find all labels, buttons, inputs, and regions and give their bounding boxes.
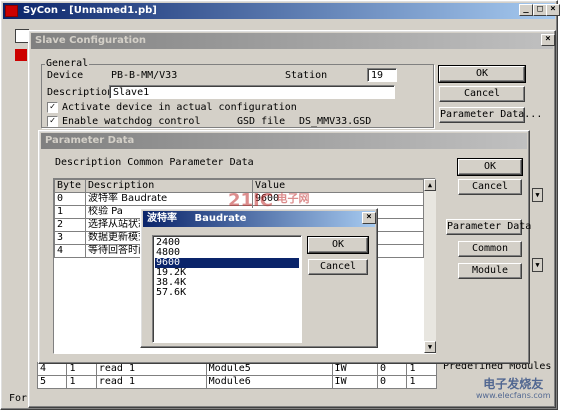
watermark-21ic-logo: 21IC — [228, 190, 273, 211]
baudrate-close-button[interactable]: × — [362, 212, 376, 224]
status-bar-text: For — [9, 393, 28, 404]
module-table-cell: 0 — [377, 362, 408, 376]
station-field[interactable]: 19 — [367, 68, 397, 82]
slave-config-close-button[interactable]: × — [541, 34, 555, 46]
param-parameter-data-button[interactable]: Parameter Data — [446, 219, 531, 235]
param-byte-cell: 0 — [54, 192, 86, 206]
col-byte-header[interactable]: Byte — [54, 179, 86, 193]
minimize-button[interactable]: _ — [519, 4, 533, 16]
device-value: PB-B-MM/V33 — [111, 70, 178, 81]
module-table-cell: read 1 — [95, 375, 207, 389]
maximize-button[interactable]: □ — [533, 4, 547, 16]
scroll-up-icon[interactable]: ▲ — [424, 179, 436, 191]
watermark-21ic: 21IC 电子网 — [228, 190, 309, 211]
param-cancel-button[interactable]: Cancel — [458, 179, 522, 195]
scroll-down-icon[interactable]: ▼ — [424, 341, 436, 353]
baudrate-ok-button[interactable]: OK — [307, 236, 369, 254]
module-table: 4 1 read 1 Module5 IW 0 1 5 1 read 1 Module6 IW 0 1 — [36, 362, 437, 389]
watermark-21ic-cn: 电子网 — [276, 192, 310, 205]
module-button[interactable]: Module — [458, 263, 522, 279]
param-title-bar: Parameter Data — [41, 133, 527, 149]
dropdown-arrow-icon[interactable]: ▼ — [532, 188, 543, 202]
syscon-title: SyCon - [Unnamed1.pb] — [23, 5, 157, 16]
module-table-cell: 4 — [36, 362, 68, 376]
module-table-cell: 1 — [406, 362, 437, 376]
common-button[interactable]: Common — [458, 241, 522, 257]
station-label: Station — [285, 70, 328, 81]
general-group-label: General — [45, 58, 90, 70]
module-table-cell: Module6 — [205, 375, 333, 389]
slave-config-title-bar: Slave Configuration — [31, 33, 553, 49]
param-table-scrollbar[interactable]: ▲ ▼ — [424, 179, 436, 353]
baudrate-list[interactable]: 2400 4800 9600 19.2K 38.4K 57.6K — [152, 235, 302, 343]
param-ok-button[interactable]: OK — [457, 158, 523, 176]
device-label: Device — [47, 70, 84, 81]
baudrate-option[interactable]: 57.6K — [155, 288, 299, 298]
activate-device-label: Activate device in actual configuration — [62, 102, 297, 113]
baudrate-title-cn: 波特率 — [147, 213, 177, 224]
module-table-cell: Module5 — [205, 362, 333, 376]
param-byte-cell: 3 — [54, 231, 86, 245]
param-byte-cell: 1 — [54, 205, 86, 219]
gsd-file-value: DS_MMV33.GSD — [299, 116, 372, 127]
app-icon — [5, 5, 18, 17]
module-table-cell: read 1 — [95, 362, 207, 376]
slave-parameter-data-button[interactable]: Parameter Data... — [439, 107, 542, 123]
module-table-row[interactable]: 4 1 read 1 Module5 IW 0 1 — [36, 362, 437, 376]
watermark-elecfans-url: www.elecfans.com — [476, 391, 551, 400]
baudrate-popup: 波特率 Baudrate × 2400 4800 9600 19.2K 38.4K 57.… — [140, 208, 378, 348]
param-title: Parameter Data — [45, 135, 135, 146]
toolbar-icon[interactable] — [15, 49, 27, 61]
baudrate-title-en: Baudrate — [194, 213, 247, 224]
gsd-file-label: GSD file — [237, 116, 286, 127]
baudrate-title-bar: 波特率 Baudrate — [143, 211, 375, 227]
close-button[interactable]: × — [546, 4, 560, 16]
param-description: Description Common Parameter Data — [55, 157, 254, 168]
enable-watchdog-label: Enable watchdog control — [62, 116, 201, 127]
watermark-elecfans: 电子发烧友 www.elecfans.com — [476, 378, 551, 402]
dropdown-arrow-icon[interactable]: ▼ — [532, 258, 543, 272]
activate-device-checkbox[interactable]: ✓ — [47, 102, 58, 113]
module-table-cell: 1 — [66, 375, 97, 389]
description-label: Description — [47, 87, 114, 98]
slave-cancel-button[interactable]: Cancel — [439, 86, 525, 102]
toolbar-icon[interactable] — [15, 29, 29, 43]
module-table-cell: 1 — [406, 375, 437, 389]
module-table-cell: 5 — [36, 375, 68, 389]
param-byte-cell: 4 — [54, 244, 86, 258]
slave-config-title: Slave Configuration — [35, 35, 147, 46]
description-field[interactable]: Slave1 — [109, 85, 395, 99]
enable-watchdog-checkbox[interactable]: ✓ — [47, 116, 58, 127]
module-table-cell: IW — [331, 362, 379, 376]
slave-ok-button[interactable]: OK — [438, 65, 526, 83]
module-table-cell: 0 — [377, 375, 408, 389]
module-table-row[interactable]: 5 1 read 1 Module6 IW 0 1 — [36, 375, 437, 389]
syscon-title-bar: SyCon - [Unnamed1.pb] — [3, 3, 555, 19]
watermark-elecfans-cn: 电子发烧友 — [483, 377, 544, 391]
module-table-cell: 1 — [66, 362, 97, 376]
module-table-cell: IW — [331, 375, 379, 389]
param-byte-cell: 2 — [54, 218, 86, 232]
baudrate-cancel-button[interactable]: Cancel — [308, 259, 368, 275]
